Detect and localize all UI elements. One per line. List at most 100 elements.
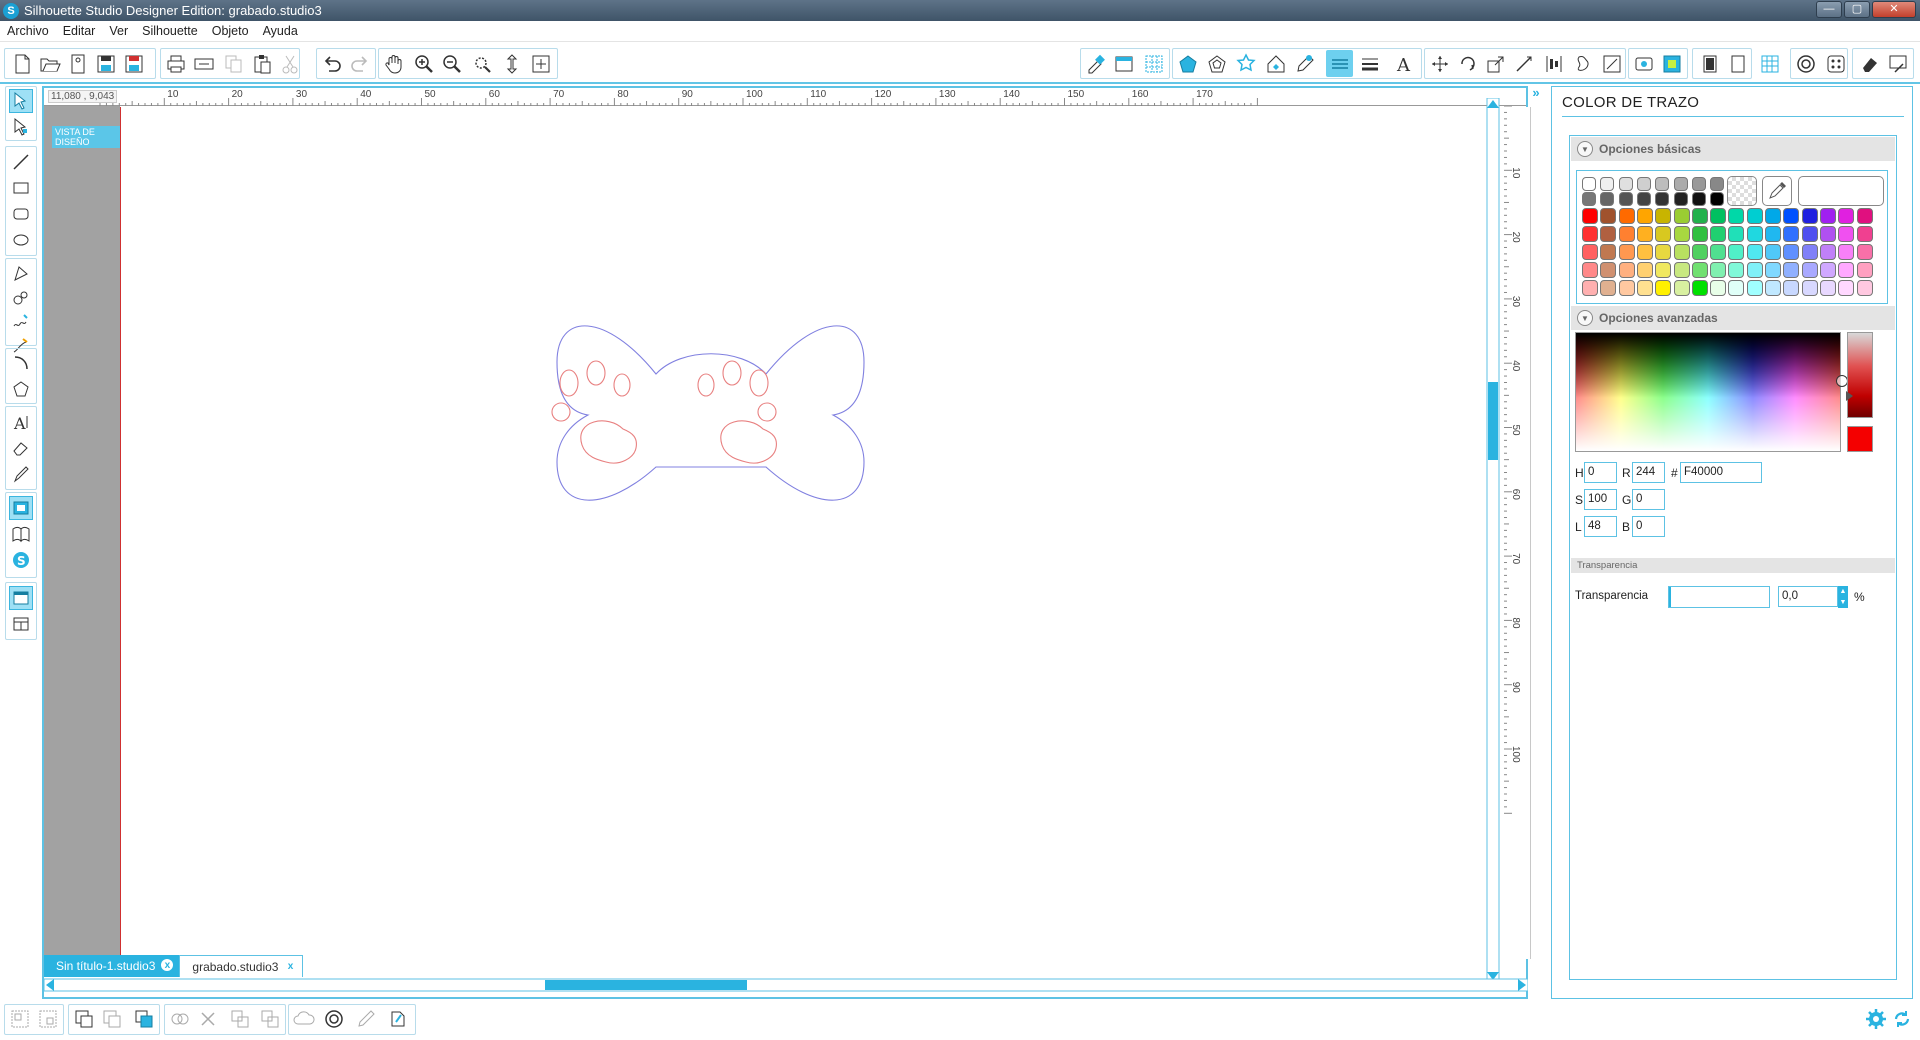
color-swatch[interactable] [1673, 244, 1690, 260]
no-color-swatch[interactable] [1727, 176, 1757, 206]
color-swatch[interactable] [1856, 208, 1873, 224]
dots-icon[interactable] [1822, 50, 1849, 77]
save-library-icon[interactable] [120, 50, 147, 77]
collapse-arrow-icon[interactable]: ▼ [1577, 310, 1593, 326]
color-swatch[interactable] [1856, 226, 1873, 242]
color-swatch[interactable] [1856, 262, 1873, 278]
color-swatch[interactable] [1673, 192, 1688, 206]
color-swatch[interactable] [1746, 208, 1763, 224]
color-swatch[interactable] [1655, 192, 1670, 206]
ellipse-tool-icon[interactable] [9, 228, 33, 252]
color-swatch[interactable] [1728, 262, 1745, 278]
color-swatch[interactable] [1801, 244, 1818, 260]
tab-close-icon[interactable]: x [284, 960, 296, 972]
color-swatch[interactable] [1600, 244, 1617, 260]
duplicate-right-icon[interactable] [256, 1005, 283, 1032]
color-swatch[interactable] [1783, 226, 1800, 242]
transparency-field[interactable]: 0,0 [1778, 586, 1838, 607]
color-swatch[interactable] [1710, 244, 1727, 260]
line-color-icon[interactable] [1291, 50, 1318, 77]
tab-sin-titulo[interactable]: Sin título-1.studio3 x [44, 955, 180, 977]
color-swatch[interactable] [1710, 226, 1727, 242]
zoom-in-icon[interactable] [410, 50, 437, 77]
paw-left[interactable] [551, 360, 637, 464]
shape-library-icon[interactable] [1262, 50, 1289, 77]
collapse-panel-icon[interactable]: » [1527, 86, 1545, 100]
color-swatch[interactable] [1618, 244, 1635, 260]
color-swatch[interactable] [1600, 192, 1615, 206]
s-field[interactable]: 100 [1584, 489, 1617, 510]
ungroup-icon[interactable] [34, 1005, 61, 1032]
color-swatch[interactable] [1746, 280, 1763, 296]
color-swatch[interactable] [1783, 262, 1800, 278]
custom-color-box[interactable] [1798, 176, 1884, 206]
line-tool-icon[interactable] [9, 150, 33, 174]
freehand-tool-icon[interactable] [9, 310, 33, 334]
point-edit-tool-icon[interactable] [9, 115, 33, 139]
group-icon[interactable] [6, 1005, 33, 1032]
color-swatch[interactable] [1618, 262, 1635, 278]
b-field[interactable]: 0 [1632, 516, 1665, 537]
color-swatch[interactable] [1636, 208, 1653, 224]
eyedropper-button[interactable] [1762, 176, 1792, 206]
scale-icon[interactable] [1482, 50, 1509, 77]
make-compound-icon[interactable] [70, 1005, 97, 1032]
send-to-silhouette-icon[interactable] [1630, 50, 1657, 77]
color-swatch[interactable] [1728, 280, 1745, 296]
color-swatch[interactable] [1801, 280, 1818, 296]
bring-to-front-icon[interactable] [130, 1005, 157, 1032]
weld-icon[interactable] [166, 1005, 193, 1032]
offset-rings-icon[interactable] [320, 1005, 347, 1032]
horizontal-scrollbar[interactable] [43, 976, 1529, 994]
print-icon[interactable] [162, 50, 189, 77]
design-view-icon[interactable] [9, 496, 33, 520]
color-swatch[interactable] [1710, 192, 1725, 206]
rectangle-tool-icon[interactable] [9, 176, 33, 200]
text-style-icon[interactable]: A [1390, 50, 1417, 77]
hex-field[interactable]: F40000 [1680, 462, 1762, 483]
drag-zoom-icon[interactable] [498, 50, 525, 77]
save-icon[interactable] [92, 50, 119, 77]
send-icon[interactable] [190, 50, 217, 77]
paste-icon[interactable] [248, 50, 275, 77]
color-swatch[interactable] [1636, 226, 1653, 242]
color-swatch[interactable] [1801, 226, 1818, 242]
refresh-icon[interactable] [1888, 1005, 1915, 1032]
color-swatch[interactable] [1691, 244, 1708, 260]
hand-icon[interactable] [380, 50, 407, 77]
open-icon[interactable] [36, 50, 63, 77]
color-swatch[interactable] [1636, 244, 1653, 260]
color-swatch[interactable] [1746, 226, 1763, 242]
align-icon[interactable] [1540, 50, 1567, 77]
color-swatch[interactable] [1582, 177, 1596, 191]
polygon-tool-icon[interactable] [9, 262, 33, 286]
offset-icon[interactable] [1570, 50, 1597, 77]
luminance-slider[interactable] [1846, 332, 1873, 418]
color-swatch[interactable] [1856, 244, 1873, 260]
color-swatch[interactable] [1765, 208, 1781, 224]
eraser-icon[interactable] [1856, 50, 1883, 77]
color-swatch[interactable] [1838, 280, 1855, 296]
color-swatch[interactable] [1636, 192, 1651, 206]
new-icon[interactable] [8, 50, 35, 77]
arc-tool-icon[interactable] [9, 351, 33, 375]
color-swatch[interactable] [1838, 208, 1855, 224]
maximize-button[interactable]: ▢ [1844, 1, 1870, 18]
cut-settings-icon[interactable] [1658, 50, 1685, 77]
duplicate-left-icon[interactable] [226, 1005, 253, 1032]
color-swatch[interactable] [1691, 262, 1708, 278]
color-swatch[interactable] [1636, 262, 1653, 278]
color-swatch[interactable] [1618, 177, 1633, 191]
rounded-rect-tool-icon[interactable] [9, 202, 33, 226]
color-swatch[interactable] [1710, 177, 1725, 191]
g-field[interactable]: 0 [1632, 489, 1665, 510]
color-swatch[interactable] [1765, 226, 1781, 242]
color-swatch[interactable] [1582, 226, 1598, 242]
minimize-button[interactable]: — [1816, 1, 1842, 18]
advanced-options-header[interactable]: ▼ Opciones avanzadas [1571, 306, 1895, 330]
color-swatch[interactable] [1819, 208, 1836, 224]
color-swatch[interactable] [1783, 280, 1800, 296]
send-panel-icon[interactable] [1884, 50, 1911, 77]
gradient-icon[interactable] [1203, 50, 1230, 77]
vertical-scroll-thumb[interactable] [1488, 382, 1498, 460]
